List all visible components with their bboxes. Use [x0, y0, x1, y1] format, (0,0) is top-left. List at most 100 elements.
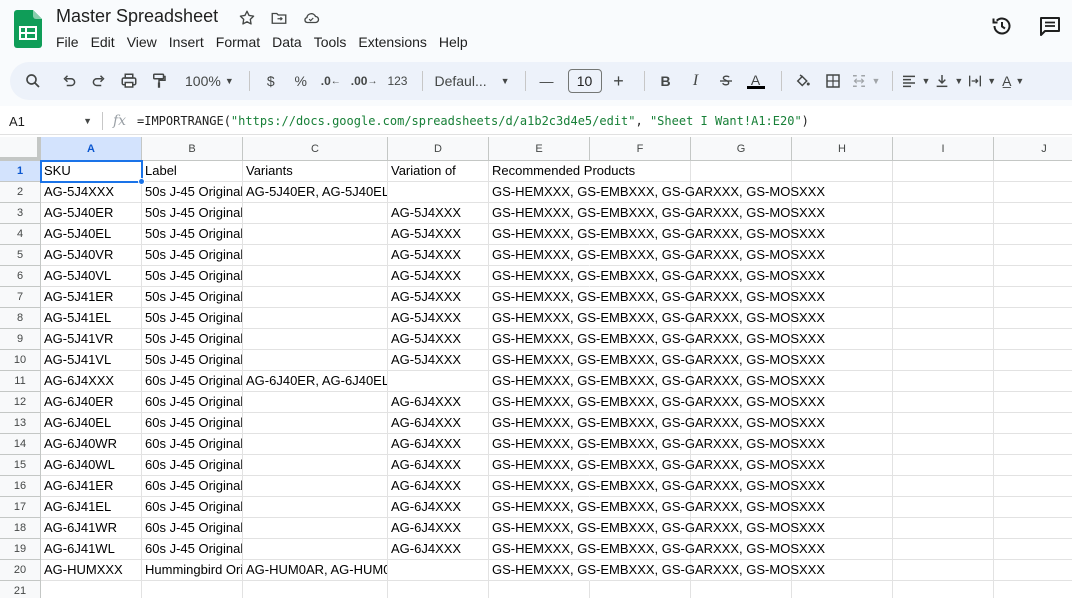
- document-title[interactable]: Master Spreadsheet: [56, 6, 218, 27]
- cell-c16[interactable]: [243, 476, 388, 497]
- cell-d14[interactable]: AG-6J4XXX: [388, 434, 489, 455]
- cell-i6[interactable]: [893, 266, 994, 287]
- cell-j1[interactable]: [994, 161, 1072, 182]
- cell-a7[interactable]: AG-5J41ER: [41, 287, 142, 308]
- version-history-icon[interactable]: [988, 12, 1016, 40]
- cell-b18[interactable]: 60s J-45 Original Acoustic Guitar Wine R…: [142, 518, 243, 539]
- cell-a13[interactable]: AG-6J40EL: [41, 413, 142, 434]
- row-header-18[interactable]: 18: [0, 518, 41, 539]
- zoom-select[interactable]: 100% ▼: [182, 67, 237, 95]
- cell-c11[interactable]: AG-6J40ER, AG-6J40EL, AG-6J40WR, AG-6J40: [243, 371, 388, 392]
- row-header-3[interactable]: 3: [0, 203, 41, 224]
- cell-j11[interactable]: [994, 371, 1072, 392]
- row-header-16[interactable]: 16: [0, 476, 41, 497]
- star-icon[interactable]: [236, 8, 258, 28]
- cell-e2[interactable]: GS-HEMXXX, GS-EMBXXX, GS-GARXXX, GS-MOSX…: [489, 182, 825, 203]
- merge-icon[interactable]: ▼: [850, 67, 880, 95]
- cell-i10[interactable]: [893, 350, 994, 371]
- cell-j9[interactable]: [994, 329, 1072, 350]
- cell-i11[interactable]: [893, 371, 994, 392]
- cell-b14[interactable]: 60s J-45 Original Acoustic Guitar Wine R…: [142, 434, 243, 455]
- menu-help[interactable]: Help: [433, 32, 474, 52]
- cell-d9[interactable]: AG-5J4XXX: [388, 329, 489, 350]
- cell-e7[interactable]: GS-HEMXXX, GS-EMBXXX, GS-GARXXX, GS-MOSX…: [489, 287, 825, 308]
- cell-c20[interactable]: AG-HUM0AR, AG-HUM0AL, AG-HUM0HR, AG: [243, 560, 388, 581]
- move-folder-icon[interactable]: [268, 8, 290, 28]
- column-header-j[interactable]: J: [994, 137, 1072, 161]
- menu-extensions[interactable]: Extensions: [352, 32, 432, 52]
- row-header-15[interactable]: 15: [0, 455, 41, 476]
- cell-a20[interactable]: AG-HUMXXX: [41, 560, 142, 581]
- row-header-12[interactable]: 12: [0, 392, 41, 413]
- cell-i5[interactable]: [893, 245, 994, 266]
- cell-i17[interactable]: [893, 497, 994, 518]
- cell-b9[interactable]: 50s J-45 Original Acoustic Guitar Vintag…: [142, 329, 243, 350]
- cell-d10[interactable]: AG-5J4XXX: [388, 350, 489, 371]
- cell-e13[interactable]: GS-HEMXXX, GS-EMBXXX, GS-GARXXX, GS-MOSX…: [489, 413, 825, 434]
- menu-insert[interactable]: Insert: [163, 32, 210, 52]
- cell-i13[interactable]: [893, 413, 994, 434]
- cell-b7[interactable]: 50s J-45 Original Acoustic Guitar Ebony …: [142, 287, 243, 308]
- column-header-c[interactable]: C: [243, 137, 388, 161]
- cell-e10[interactable]: GS-HEMXXX, GS-EMBXXX, GS-GARXXX, GS-MOSX…: [489, 350, 825, 371]
- column-header-i[interactable]: I: [893, 137, 994, 161]
- cell-e14[interactable]: GS-HEMXXX, GS-EMBXXX, GS-GARXXX, GS-MOSX…: [489, 434, 825, 455]
- cell-a6[interactable]: AG-5J40VL: [41, 266, 142, 287]
- cell-b20[interactable]: Hummingbird Orig: [142, 560, 243, 581]
- cell-d5[interactable]: AG-5J4XXX: [388, 245, 489, 266]
- cell-i8[interactable]: [893, 308, 994, 329]
- cell-d16[interactable]: AG-6J4XXX: [388, 476, 489, 497]
- increase-decimal-button[interactable]: .00 →: [348, 67, 381, 95]
- cell-e8[interactable]: GS-HEMXXX, GS-EMBXXX, GS-GARXXX, GS-MOSX…: [489, 308, 825, 329]
- column-header-f[interactable]: F: [590, 137, 691, 161]
- name-box[interactable]: A1 ▼: [0, 109, 100, 133]
- bold-button[interactable]: B: [653, 67, 679, 95]
- cell-h21[interactable]: [792, 581, 893, 598]
- format-percent-button[interactable]: %: [288, 67, 314, 95]
- cell-c7[interactable]: [243, 287, 388, 308]
- cell-d17[interactable]: AG-6J4XXX: [388, 497, 489, 518]
- cell-j7[interactable]: [994, 287, 1072, 308]
- decrease-font-size-button[interactable]: —: [534, 67, 560, 95]
- cell-a19[interactable]: AG-6J41WL: [41, 539, 142, 560]
- cell-a5[interactable]: AG-5J40VR: [41, 245, 142, 266]
- cell-a17[interactable]: AG-6J41EL: [41, 497, 142, 518]
- cell-a10[interactable]: AG-5J41VL: [41, 350, 142, 371]
- row-header-19[interactable]: 19: [0, 539, 41, 560]
- menu-edit[interactable]: Edit: [85, 32, 121, 52]
- cell-b4[interactable]: 50s J-45 Original Acoustic Guitar Ebony …: [142, 224, 243, 245]
- row-header-13[interactable]: 13: [0, 413, 41, 434]
- cell-a3[interactable]: AG-5J40ER: [41, 203, 142, 224]
- valign-icon[interactable]: ▼: [934, 67, 963, 95]
- cell-j19[interactable]: [994, 539, 1072, 560]
- align-icon[interactable]: ▼: [901, 67, 930, 95]
- redo-icon[interactable]: [86, 67, 112, 95]
- cell-c12[interactable]: [243, 392, 388, 413]
- row-header-20[interactable]: 20: [0, 560, 41, 581]
- cell-c2[interactable]: AG-5J40ER, AG-5J40EL, AG-5J40VR, AG-5J40…: [243, 182, 388, 203]
- cell-i20[interactable]: [893, 560, 994, 581]
- column-header-d[interactable]: D: [388, 137, 489, 161]
- cell-e4[interactable]: GS-HEMXXX, GS-EMBXXX, GS-GARXXX, GS-MOSX…: [489, 224, 825, 245]
- cell-d8[interactable]: AG-5J4XXX: [388, 308, 489, 329]
- cell-c5[interactable]: [243, 245, 388, 266]
- row-header-10[interactable]: 10: [0, 350, 41, 371]
- column-header-a[interactable]: A: [41, 137, 142, 161]
- increase-font-size-button[interactable]: +: [606, 67, 632, 95]
- fill-handle[interactable]: [138, 178, 145, 185]
- borders-icon[interactable]: [820, 67, 846, 95]
- row-header-14[interactable]: 14: [0, 434, 41, 455]
- cell-c21[interactable]: [243, 581, 388, 598]
- cell-e17[interactable]: GS-HEMXXX, GS-EMBXXX, GS-GARXXX, GS-MOSX…: [489, 497, 825, 518]
- cell-c14[interactable]: [243, 434, 388, 455]
- cell-c15[interactable]: [243, 455, 388, 476]
- menu-file[interactable]: File: [50, 32, 85, 52]
- cell-j14[interactable]: [994, 434, 1072, 455]
- fill-color-icon[interactable]: [790, 67, 816, 95]
- cell-j2[interactable]: [994, 182, 1072, 203]
- cell-d15[interactable]: AG-6J4XXX: [388, 455, 489, 476]
- cell-b16[interactable]: 60s J-45 Original Acoustic Guitar Ebony …: [142, 476, 243, 497]
- menu-data[interactable]: Data: [266, 32, 308, 52]
- cell-i4[interactable]: [893, 224, 994, 245]
- cell-j3[interactable]: [994, 203, 1072, 224]
